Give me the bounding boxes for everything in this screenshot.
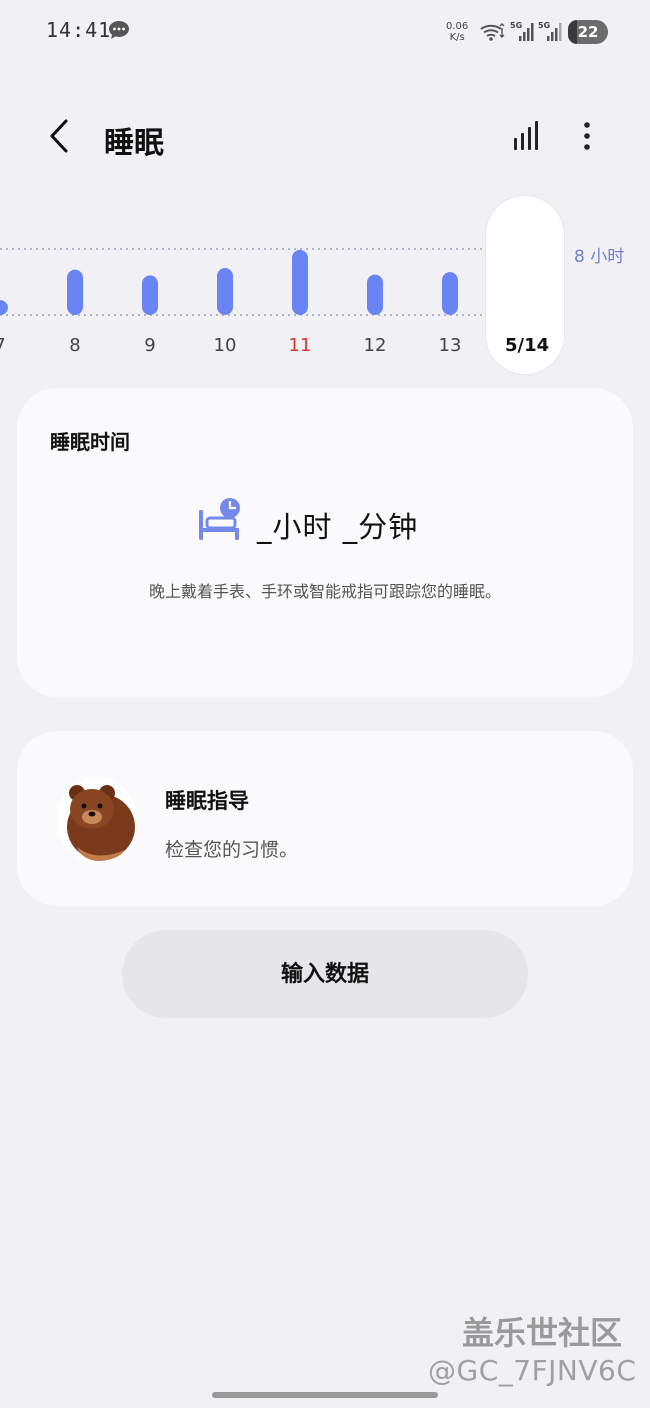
sleep-screen: 14:41 0.06 K/s 5G 5G 22 睡眠 8 小时 8 9 10 1… — [0, 0, 650, 1408]
back-button[interactable] — [40, 114, 80, 158]
home-indicator[interactable] — [212, 1392, 438, 1398]
x-tick-label[interactable]: 13 — [430, 335, 470, 356]
svg-text:5G: 5G — [538, 21, 550, 30]
chart-bar-9[interactable] — [142, 275, 158, 315]
status-bar: 14:41 0.06 K/s 5G 5G 22 — [0, 0, 650, 64]
x-tick-label[interactable]: 12 — [355, 335, 395, 356]
bar-chart-icon[interactable] — [508, 118, 546, 154]
bear-avatar — [57, 777, 137, 863]
svg-text:5G: 5G — [510, 21, 522, 30]
chart-bar-11[interactable] — [292, 249, 308, 315]
wifi-icon — [480, 23, 505, 41]
sleep-time-value: _小时 _分钟 — [257, 510, 419, 544]
goal-label: 8 小时 — [574, 247, 625, 267]
chart-bar-10[interactable] — [217, 267, 233, 315]
sleep-coaching-card[interactable]: 睡眠指导 检查您的习惯。 — [17, 731, 633, 906]
sleep-time-card[interactable]: 睡眠时间 _小时 _分钟 晚上戴着手表、手环或智能戒指可跟踪您的睡眠。 — [17, 388, 633, 697]
network-speed: 0.06 K/s — [446, 21, 469, 43]
sleep-chart[interactable]: 8 小时 7 8 9 10 11 12 13 5/14 — [0, 190, 650, 380]
x-tick-label[interactable]: 10 — [205, 335, 245, 356]
x-tick-label[interactable]: 7 — [0, 335, 20, 356]
bed-clock-icon — [199, 498, 240, 540]
x-tick-label[interactable]: 11 — [280, 335, 320, 356]
watermark-user-id: @GC_7FJNV6C — [428, 1354, 637, 1387]
message-icon — [109, 21, 129, 39]
chart-bar-8[interactable] — [67, 269, 83, 315]
signal-icon: 5G — [538, 21, 562, 41]
signal-icon: 5G — [510, 21, 534, 41]
watermark-community: 盖乐世社区 — [462, 1314, 623, 1352]
battery-icon: 22 — [568, 20, 608, 44]
chart-bar-12[interactable] — [367, 274, 383, 315]
chart-plot — [0, 248, 486, 316]
x-tick-label[interactable]: 9 — [130, 335, 170, 356]
x-tick-label[interactable]: 8 — [55, 335, 95, 356]
enter-data-button[interactable]: 输入数据 — [122, 930, 528, 1018]
page-title: 睡眠 — [104, 126, 164, 161]
coaching-subtitle: 检查您的习惯。 — [165, 839, 299, 861]
chart-bar-13[interactable] — [442, 272, 458, 315]
status-time: 14:41 — [46, 18, 112, 42]
sleep-time-hint: 晚上戴着手表、手环或智能戒指可跟踪您的睡眠。 — [148, 582, 501, 601]
coaching-title: 睡眠指导 — [165, 789, 249, 813]
chart-bar-7[interactable] — [0, 300, 8, 315]
more-vertical-icon[interactable] — [572, 118, 602, 154]
x-tick-label[interactable]: 5/14 — [505, 335, 549, 356]
sleep-time-title: 睡眠时间 — [50, 430, 130, 454]
